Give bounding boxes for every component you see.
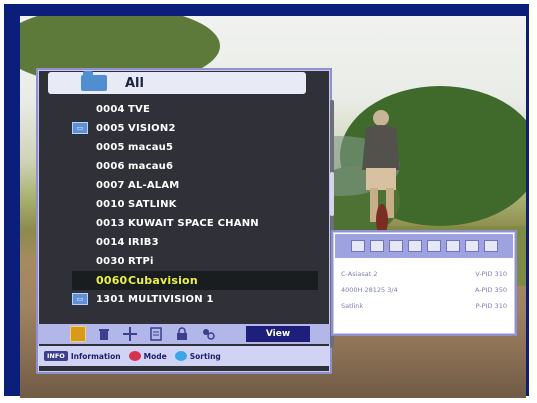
status-icon	[350, 240, 365, 252]
status-icon	[388, 240, 403, 252]
channel-number: 1301	[96, 294, 125, 305]
channel-row[interactable]: 0060 Cubavision	[72, 271, 318, 290]
channel-number: 0013	[96, 218, 125, 229]
channel-row[interactable]: ▭ 1301 MULTIVISION 1	[72, 290, 318, 309]
channel-number: 0007	[96, 180, 125, 191]
channel-name: macau6	[128, 161, 174, 172]
skip-icon[interactable]	[200, 326, 216, 342]
channel-name: IRIB3	[128, 237, 159, 248]
channel-number: 0006	[96, 161, 125, 172]
cyclist-figure	[362, 110, 400, 236]
channel-list-panel: All 0004 TVE ▭ 0005 VISION2 0005 macau5 0006 mac…	[36, 68, 334, 374]
delete-icon[interactable]	[96, 326, 112, 342]
channel-list: 0004 TVE ▭ 0005 VISION2 0005 macau5 0006 macau6 0…	[72, 100, 318, 309]
tv-channel-icon: ▭	[72, 293, 88, 305]
channel-name: MULTIVISION 1	[128, 294, 214, 305]
status-icon	[483, 240, 498, 252]
channel-name: KUWAIT SPACE CHANN	[128, 218, 259, 229]
lock-icon[interactable]	[174, 326, 190, 342]
video-pid: V-PID 310	[475, 270, 507, 278]
status-icon	[464, 240, 479, 252]
channel-row[interactable]: 0006 macau6	[72, 157, 318, 176]
status-icon	[426, 240, 441, 252]
scrollbar-thumb[interactable]	[330, 172, 334, 216]
channel-row[interactable]: 0010 SATLINK	[72, 195, 318, 214]
info-row-provider: Satlink P-PID 310	[341, 302, 507, 310]
tv-channel-icon: ▭	[72, 122, 88, 134]
channel-number: 0060	[96, 274, 128, 287]
channel-number: 0010	[96, 199, 125, 210]
group-name: All	[125, 75, 144, 91]
channel-number: 0005	[96, 123, 125, 134]
channel-row[interactable]: 0007 AL-ALAM	[72, 176, 318, 195]
audio-pid: A-PID 350	[475, 286, 507, 294]
provider-name: Satlink	[341, 302, 364, 310]
info-key-icon: INFO	[44, 351, 68, 361]
channel-name: macau5	[128, 142, 174, 153]
channel-row[interactable]: 0013 KUWAIT SPACE CHANN	[72, 214, 318, 233]
tv-screen: All 0004 TVE ▭ 0005 VISION2 0005 macau5 0006 mac…	[20, 16, 526, 398]
satellite-name: C-Asiasat 2	[341, 270, 378, 278]
status-icon	[369, 240, 384, 252]
legend-sorting: Sorting	[174, 351, 221, 361]
channel-row[interactable]: 0030 RTPi	[72, 252, 318, 271]
info-status-icons	[335, 234, 513, 258]
view-button[interactable]: View	[246, 326, 310, 342]
channel-number: 0030	[96, 256, 125, 267]
channel-row[interactable]: 0005 macau5	[72, 138, 318, 157]
move-icon[interactable]	[122, 326, 138, 342]
legend-sorting-label: Sorting	[189, 351, 221, 361]
channel-info-panel: C-Asiasat 2 V-PID 310 4000H 28125 3/4 A-…	[331, 230, 517, 336]
tv-frame: All 0004 TVE ▭ 0005 VISION2 0005 macau5 0006 mac…	[4, 4, 529, 398]
channel-number: 0005	[96, 142, 125, 153]
key-legend: INFO Information Mode Sorting	[38, 346, 330, 366]
folder-icon	[81, 71, 107, 91]
channel-name: AL-ALAM	[128, 180, 180, 191]
legend-mode-label: Mode	[143, 351, 167, 361]
status-icon	[407, 240, 422, 252]
channel-name: Cubavision	[128, 274, 198, 287]
channel-number: 0004	[96, 104, 125, 115]
channel-row[interactable]: 0014 IRIB3	[72, 233, 318, 252]
info-row-satellite: C-Asiasat 2 V-PID 310	[341, 270, 507, 278]
legend-information-label: Information	[70, 351, 121, 361]
status-icon	[445, 240, 460, 252]
group-selector[interactable]: All	[48, 71, 306, 94]
edit-icon[interactable]	[148, 326, 164, 342]
favorite-icon[interactable]	[70, 326, 86, 342]
blue-key-icon	[174, 351, 187, 361]
channel-name: SATLINK	[128, 199, 177, 210]
transponder-info: 4000H 28125 3/4	[341, 286, 398, 294]
channel-name: VISION2	[128, 123, 176, 134]
channel-name: TVE	[128, 104, 150, 115]
legend-mode: Mode	[128, 351, 167, 361]
channel-number: 0014	[96, 237, 125, 248]
channel-row[interactable]: 0004 TVE	[72, 100, 318, 119]
legend-information: INFO Information	[38, 351, 121, 361]
channel-name: RTPi	[128, 256, 154, 267]
info-row-transponder: 4000H 28125 3/4 A-PID 350	[341, 286, 507, 294]
edit-toolbar: View	[38, 324, 330, 344]
channel-row[interactable]: ▭ 0005 VISION2	[72, 119, 318, 138]
red-key-icon	[128, 351, 141, 361]
pcr-pid: P-PID 310	[475, 302, 507, 310]
